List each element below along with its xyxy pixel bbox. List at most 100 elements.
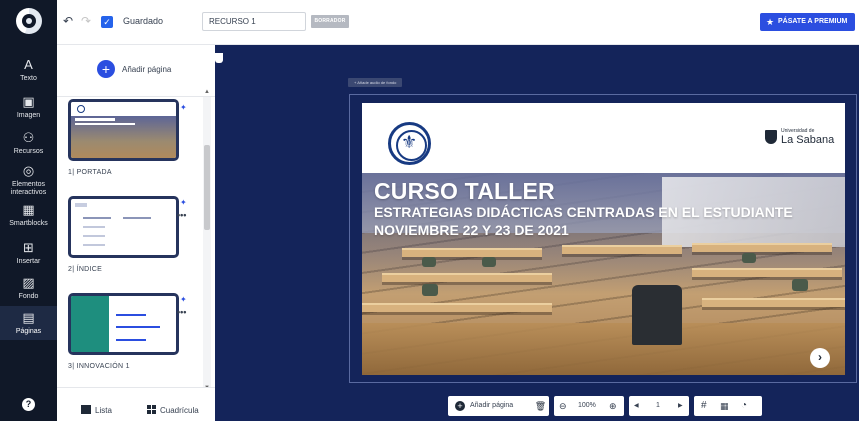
more-options-icon[interactable]: •••	[177, 210, 186, 220]
rail-item-label: Recursos	[13, 148, 44, 155]
photo-desk	[382, 273, 552, 282]
rail-item-imagen[interactable]: ▣ Imagen	[0, 95, 57, 120]
current-page-number[interactable]: 1	[656, 396, 660, 416]
slide-date[interactable]: NOVIEMBRE 22 Y 23 DE 2021	[374, 222, 569, 238]
add-page-toolbar-label: Añadir página	[470, 402, 514, 409]
gauge-icon[interactable]: ◔	[741, 396, 747, 416]
university-seal-icon	[388, 122, 431, 165]
magic-wand-icon[interactable]: ✦	[180, 103, 187, 112]
plus-icon: +	[97, 60, 115, 78]
page-thumbnail-2[interactable]	[68, 196, 179, 258]
more-options-icon[interactable]: •••	[177, 307, 186, 317]
page-title: ÍNDICE	[76, 266, 103, 273]
magic-wand-icon[interactable]: ✦	[180, 295, 187, 304]
rail-item-smartblocks[interactable]: ▦ Smartblocks	[0, 203, 57, 228]
add-background-audio-button[interactable]: + Añade audio de fondo	[348, 78, 403, 87]
scroll-up-icon[interactable]: ▲	[203, 89, 211, 95]
page-thumbnail-1[interactable]	[68, 99, 179, 161]
page-label-3[interactable]: 3| INNOVACIÓN 1	[68, 363, 130, 370]
page-thumbnail-3[interactable]	[68, 293, 179, 355]
photo-chair	[482, 257, 496, 267]
photo-desk	[402, 248, 542, 257]
page-number: 1	[68, 169, 73, 176]
rail-item-label: Smartblocks	[9, 220, 48, 227]
thumb-line	[123, 217, 151, 219]
star-icon: ★	[766, 17, 775, 27]
smartblocks-icon: ▦	[22, 202, 35, 217]
grid-view-label: Cuadrícula	[160, 406, 199, 415]
list-view-label: Lista	[95, 406, 112, 415]
slide-cover[interactable]: Universidad de La Sabana CURSO TALLER ES…	[362, 103, 845, 375]
rail-item-label: Imagen	[16, 112, 41, 119]
rail-item-elementos-interactivos[interactable]: ◎ Elementos interactivos	[0, 164, 57, 197]
list-view-button[interactable]: Lista	[81, 405, 112, 415]
delete-page-button[interactable]: 🗑	[532, 396, 549, 416]
rail-item-texto[interactable]: A Texto	[0, 58, 57, 83]
list-icon	[81, 405, 91, 414]
trash-icon: 🗑	[534, 401, 547, 411]
panel-pin-icon[interactable]	[215, 53, 223, 63]
rail-item-label: Páginas	[15, 328, 42, 335]
divider	[57, 96, 215, 97]
top-bar: ↶ ↷ ✓ Guardado RECURSO 1 BORRADOR ★ PÁSA…	[57, 0, 859, 45]
next-slide-button[interactable]: ›	[810, 348, 830, 368]
plus-icon: +	[455, 401, 465, 411]
magic-wand-icon[interactable]: ✦	[180, 198, 187, 207]
thumb-line	[83, 235, 105, 237]
rail-item-label: Fondo	[18, 293, 39, 300]
thumb-line	[116, 314, 146, 316]
rail-item-insertar[interactable]: ⊞ Insertar	[0, 241, 57, 266]
slide-title[interactable]: CURSO TALLER	[374, 178, 555, 205]
background-icon: ▨	[22, 275, 35, 290]
saved-check-icon: ✓	[101, 16, 113, 28]
text-icon: A	[24, 57, 33, 72]
photo-floor	[362, 323, 845, 375]
page-label-2[interactable]: 2| ÍNDICE	[68, 266, 102, 273]
photo-desk	[562, 245, 682, 254]
zoom-value: 100%	[578, 402, 596, 409]
thumb-header	[71, 102, 176, 116]
left-tool-rail: A Texto ▣ Imagen ⚇ Recursos ◎ Elementos …	[0, 0, 57, 421]
thumb-line	[83, 217, 111, 219]
next-page-icon[interactable]: ▶	[678, 396, 683, 416]
rail-item-recursos[interactable]: ⚇ Recursos	[0, 131, 57, 156]
draft-badge: BORRADOR	[311, 15, 349, 28]
zoom-out-icon[interactable]: ⊖	[559, 396, 567, 416]
add-page-toolbar-button[interactable]: + Añadir página	[448, 396, 543, 416]
editor-canvas[interactable]: + Añade audio de fondo Universidad de La…	[215, 45, 859, 421]
rail-item-fondo[interactable]: ▨ Fondo	[0, 276, 57, 301]
genially-logo-icon[interactable]	[16, 8, 42, 34]
zoom-in-icon[interactable]: ⊕	[609, 396, 617, 416]
resources-icon: ⚇	[22, 130, 35, 145]
photo-chair	[742, 253, 756, 263]
grid-icon	[147, 405, 156, 414]
logo-big-text: La Sabana	[781, 134, 835, 146]
page-navigator: ◀ 1 ▶	[629, 396, 689, 416]
redo-icon[interactable]: ↷	[81, 14, 91, 28]
photo-desk	[702, 298, 845, 307]
project-title-input[interactable]: RECURSO 1	[202, 12, 306, 31]
grid-view-button[interactable]: Cuadrícula	[147, 405, 199, 415]
scrollbar-track[interactable]	[203, 97, 211, 389]
rail-item-label: Insertar	[16, 258, 41, 265]
photo-office-chair	[632, 285, 682, 345]
help-icon[interactable]: ?	[22, 398, 35, 411]
rail-item-paginas[interactable]: ▤ Páginas	[0, 306, 57, 340]
thumb-title-bar	[75, 118, 115, 121]
insert-icon: ⊞	[23, 240, 34, 255]
premium-button[interactable]: ★ PÁSATE A PREMIUM	[760, 13, 855, 31]
page-label-1[interactable]: 1| PORTADA	[68, 169, 112, 176]
scrollbar-thumb[interactable]	[204, 145, 210, 230]
undo-icon[interactable]: ↶	[63, 14, 73, 28]
page-number: 3	[68, 363, 73, 370]
saved-status: Guardado	[123, 16, 164, 26]
slide-header: Universidad de La Sabana	[362, 103, 845, 173]
rail-item-label: Texto	[20, 75, 37, 82]
grid-lines-icon[interactable]: #	[701, 396, 707, 416]
photo-desk	[692, 268, 842, 277]
pages-panel: + Añadir página ✦ 1| PORTADA ✦ ••• 2| ÍN…	[57, 45, 215, 421]
layout-icon[interactable]: ▦	[720, 396, 729, 416]
previous-page-icon[interactable]: ◀	[634, 396, 639, 416]
zoom-control: ⊖ 100% ⊕	[554, 396, 624, 416]
slide-subtitle[interactable]: ESTRATEGIAS DIDÁCTICAS CENTRADAS EN EL E…	[374, 204, 793, 220]
